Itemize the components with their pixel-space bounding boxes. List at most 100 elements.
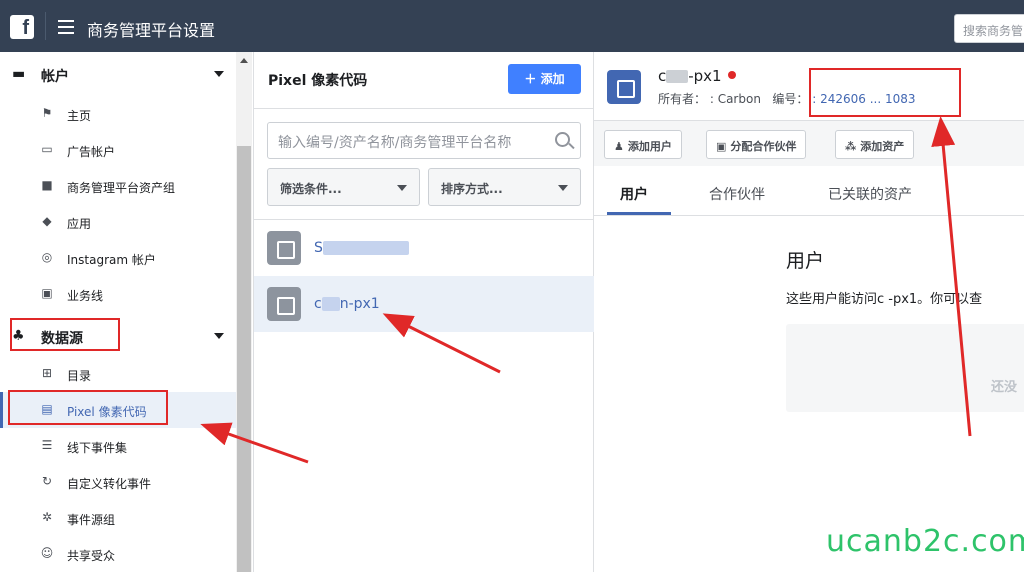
hamburger-menu-icon[interactable] [58,20,74,34]
panel-title: Pixel 像素代码 [268,73,368,89]
button-label: 添加资产 [860,140,905,153]
sidebar-item-label: 线下事件集 [67,441,128,455]
scroll-up-arrow-icon[interactable] [240,58,248,63]
pixel-detail-panel: c -px1 所有者： : Carbon 编号： : 242606 ... 108… [594,52,1024,572]
nodes-icon: ✲ [41,510,53,524]
add-person-icon: ♟ [614,140,624,153]
sidebar-item-custom-conversions[interactable]: ↻ 自定义转化事件 [0,464,236,500]
pixel-name: c n-px1 [314,296,380,312]
pixel-icon [267,231,301,265]
chevron-down-icon[interactable] [214,71,224,77]
people-icon: ☺ [40,546,54,560]
cube-icon: ◆ [42,214,52,228]
empty-state-box: 还没 [786,324,1024,412]
sidebar-item-label: 业务线 [67,289,104,303]
filter-label: 筛选条件... [280,182,342,196]
owner-label: 所有者： [658,92,707,106]
sidebar-item-label: 自定义转化事件 [67,477,152,491]
sidebar-item-label: 商务管理平台资产组 [67,181,176,195]
sidebar-item-label: Instagram 帐户 [67,253,156,267]
tab-partners[interactable]: 合作伙伴 [709,184,765,204]
assign-partner-button[interactable]: ▣ 分配合作伙伴 [706,130,807,159]
detail-tabs: 用户 合作伙伴 已关联的资产 [594,170,1024,216]
account-section-icon: ▬ [12,66,26,82]
sidebar-item-catalogs[interactable]: ⊞ 目录 [0,356,236,392]
list-item[interactable]: S [254,220,594,276]
plus-icon: ＋ [524,72,537,86]
filter-dropdown[interactable]: 筛选条件... [267,168,420,206]
pixel-icon [607,70,641,104]
briefcase-icon: ▣ [716,140,727,153]
watermark-text: ucanb2c.com [826,524,1024,559]
sidebar-item-shared-audiences[interactable]: ☺ 共享受众 [0,536,236,572]
add-button-label: 添加 [540,72,565,86]
sidebar: ▬ 帐户 ⚑ 主页 ▭ 广告帐户 ■ 商务管理平台资产组 ◆ 应用 ◎ Inst… [0,52,236,572]
flag-icon: ⚑ [41,106,53,120]
folder-icon: ■ [41,178,53,192]
pixel-list-panel: Pixel 像素代码 ＋ 添加 输入编号/资产名称/商务管理平台名称 筛选条件.… [253,52,594,572]
refresh-icon: ↻ [41,474,53,488]
annotation-box-pixel-id [809,68,961,117]
pixel-name-visible: c [314,296,322,312]
annotation-box-data-sources [10,318,120,351]
button-label: 添加用户 [627,140,672,153]
add-pixel-button[interactable]: ＋ 添加 [508,64,581,94]
pixel-name-visible: n-px1 [339,296,380,312]
sidebar-item-label: 目录 [67,369,92,383]
sidebar-item-pages[interactable]: ⚑ 主页 [0,96,236,132]
owner-value: : Carbon [709,92,761,106]
share-nodes-icon: ⁂ [845,140,857,153]
chevron-down-icon [397,185,407,191]
search-placeholder: 输入编号/资产名称/商务管理平台名称 [278,135,512,151]
sidebar-section-label: 帐户 [41,69,69,85]
database-icon: ☰ [41,438,53,452]
sidebar-item-event-source-groups[interactable]: ✲ 事件源组 [0,500,236,536]
chevron-down-icon[interactable] [214,333,224,339]
annotation-box-pixel-menu [8,390,168,425]
add-asset-button[interactable]: ⁂ 添加资产 [835,130,915,159]
app-root: f 商务管理平台设置 搜索商务管 ▬ 帐户 ⚑ 主页 ▭ 广告帐户 ■ 商务管理… [0,0,1024,572]
sidebar-item-business-lines[interactable]: ▣ 业务线 [0,276,236,312]
briefcase-icon: ▣ [41,286,53,300]
tab-users[interactable]: 用户 [620,184,648,204]
sidebar-item-offline-events[interactable]: ☰ 线下事件集 [0,428,236,464]
sidebar-item-label: 应用 [67,217,92,231]
action-toolbar: ♟ 添加用户 ▣ 分配合作伙伴 ⁂ 添加资产 [594,120,1024,166]
redacted-text [322,241,409,255]
add-user-button[interactable]: ♟ 添加用户 [604,130,682,159]
sidebar-item-asset-groups[interactable]: ■ 商务管理平台资产组 [0,168,236,204]
sidebar-item-instagram[interactable]: ◎ Instagram 帐户 [0,240,236,276]
button-label: 分配合作伙伴 [730,140,797,153]
id-label: 编号： [772,92,809,106]
topbar-divider [45,12,46,40]
pixel-title: c -px1 [658,67,736,85]
redacted-text [321,297,340,311]
section-description: 这些用户能访问c -px1。你可以查 [786,292,983,307]
ad-account-icon: ▭ [41,142,53,156]
search-icon [555,132,570,147]
title-visible: -px1 [688,67,722,85]
sidebar-item-apps[interactable]: ◆ 应用 [0,204,236,240]
scrollbar-thumb[interactable] [237,146,251,572]
sidebar-item-label: 主页 [67,109,92,123]
sort-dropdown[interactable]: 排序方式... [428,168,581,206]
facebook-logo-icon[interactable]: f [10,15,34,39]
redacted-text [666,70,689,83]
section-title: 用户 [786,250,825,272]
sidebar-item-ad-accounts[interactable]: ▭ 广告帐户 [0,132,236,168]
grid-icon: ⊞ [41,366,53,380]
instagram-icon: ◎ [41,250,53,264]
sidebar-item-label: 共享受众 [67,549,116,563]
list-item-selected[interactable]: c n-px1 [254,276,594,332]
sidebar-item-label: 广告帐户 [67,145,116,159]
top-search-input[interactable]: 搜索商务管 [954,14,1024,43]
chevron-down-icon [558,185,568,191]
pixel-search-input[interactable]: 输入编号/资产名称/商务管理平台名称 [267,122,581,159]
active-tab-indicator [607,212,671,215]
top-bar: f 商务管理平台设置 搜索商务管 [0,0,1024,52]
divider [254,108,594,109]
tab-connected-assets[interactable]: 已关联的资产 [828,184,912,204]
sort-label: 排序方式... [441,182,503,196]
sidebar-scrollbar[interactable] [236,52,252,572]
sidebar-section-account[interactable]: ▬ 帐户 [0,54,236,94]
